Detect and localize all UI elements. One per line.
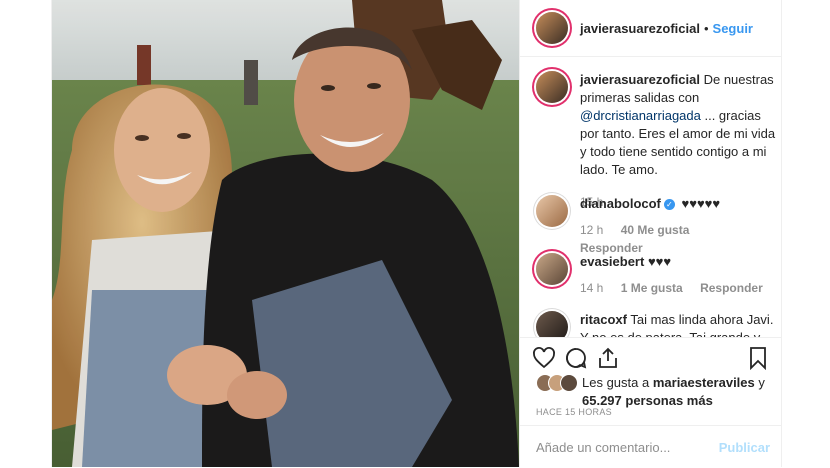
- comment-username[interactable]: ritacoxf: [580, 312, 627, 327]
- bookmark-icon[interactable]: [746, 346, 770, 370]
- likes-count[interactable]: 65.297 personas más: [582, 393, 713, 408]
- caption-body: javierasuarezoficial De nuestras primera…: [580, 71, 780, 211]
- comment-meta: 14 h 1 Me gusta Responder: [580, 279, 780, 297]
- post-photo[interactable]: [52, 0, 519, 467]
- comment-body: ritacoxf Tai mas linda ahora Javi. Y no …: [580, 311, 782, 337]
- reply-button[interactable]: Responder: [700, 281, 763, 295]
- comment-icon[interactable]: [564, 346, 588, 370]
- comment-body: evasiebert ♥♥♥ 14 h 1 Me gusta Responder…: [580, 253, 782, 297]
- separator-dot: •: [703, 20, 709, 36]
- likes-text: Les gusta a mariaesteraviles y 65.297 pe…: [582, 374, 776, 410]
- publish-button[interactable]: Publicar: [719, 440, 770, 455]
- comment-input[interactable]: Añade un comentario...: [536, 440, 670, 455]
- comment-username[interactable]: dianabolocof: [580, 196, 661, 211]
- comment-meta: 12 h 40 Me gusta Responder: [580, 221, 780, 257]
- likes-suffix: y: [758, 375, 765, 390]
- comment-likes[interactable]: 1 Me gusta: [621, 281, 683, 295]
- commenter-avatar[interactable]: [536, 311, 568, 337]
- instagram-post: javierasuarezoficial • Seguir javierasua…: [51, 0, 782, 467]
- post-header: javierasuarezoficial • Seguir: [520, 0, 782, 57]
- comment-like-icon[interactable]: ♡: [781, 257, 782, 275]
- comment-likes[interactable]: 40 Me gusta: [621, 223, 690, 237]
- post-side-panel: javierasuarezoficial • Seguir javierasua…: [519, 0, 782, 467]
- comment-username[interactable]: evasiebert: [580, 254, 644, 269]
- share-icon[interactable]: [596, 346, 620, 370]
- caption-avatar[interactable]: [536, 71, 568, 103]
- liker-avatars[interactable]: [536, 374, 582, 392]
- action-bar: [520, 337, 782, 376]
- comment-like-icon[interactable]: ♡: [781, 199, 782, 217]
- commenter-avatar[interactable]: [536, 195, 568, 227]
- couple-photo-image: [52, 0, 519, 467]
- comment-text: ♥♥♥: [647, 254, 672, 269]
- liker-username[interactable]: mariaesteraviles: [653, 375, 755, 390]
- comment-body: dianabolocof ✓ ♥♥♥♥♥ 12 h 40 Me gusta Res…: [580, 195, 782, 257]
- post-timestamp[interactable]: HACE 15 HORAS: [536, 407, 612, 417]
- author-avatar[interactable]: [536, 12, 568, 44]
- likes-prefix: Les gusta a: [582, 375, 650, 390]
- caption-username[interactable]: javierasuarezoficial: [580, 72, 700, 87]
- comment-like-icon[interactable]: ♡: [781, 315, 782, 333]
- comment-text: ♥♥♥♥♥: [681, 196, 721, 211]
- comments-list[interactable]: javierasuarezoficial De nuestras primera…: [520, 57, 782, 337]
- comment-time[interactable]: 12 h: [580, 223, 603, 237]
- comment-time[interactable]: 14 h: [580, 281, 603, 295]
- verified-icon: ✓: [663, 199, 675, 211]
- caption-mention[interactable]: @drcristianarriagada: [580, 108, 701, 123]
- add-comment-bar: Añade un comentario... Publicar: [520, 425, 782, 468]
- commenter-avatar[interactable]: [536, 253, 568, 285]
- heart-icon[interactable]: [532, 346, 556, 370]
- follow-button[interactable]: Seguir: [713, 21, 753, 36]
- author-username[interactable]: javierasuarezoficial: [580, 21, 700, 36]
